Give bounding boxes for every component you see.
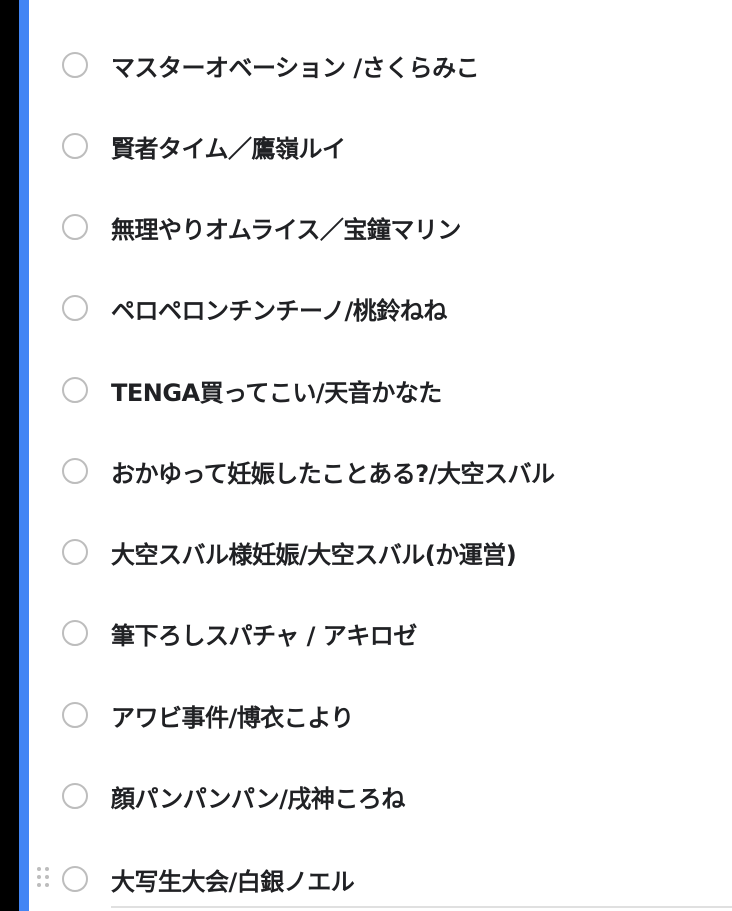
option-label: 筆下ろしスパチャ / アキロゼ bbox=[111, 621, 417, 650]
question-accent-bar bbox=[19, 0, 29, 911]
radio-button[interactable] bbox=[62, 133, 88, 159]
form-screen: マスターオベーション /さくらみこ 賢者タイム／鷹嶺ルイ 無理やりオムライス／宝… bbox=[0, 0, 732, 911]
radio-option[interactable]: マスターオベーション /さくらみこ bbox=[29, 35, 732, 95]
radio-button[interactable] bbox=[62, 783, 88, 809]
radio-option[interactable]: 顔パンパンパン/戌神ころね bbox=[29, 766, 732, 826]
option-label: アワビ事件/博衣こより bbox=[111, 703, 354, 732]
option-label: 賢者タイム／鷹嶺ルイ bbox=[111, 134, 346, 163]
radio-button[interactable] bbox=[62, 866, 88, 892]
radio-option[interactable]: 賢者タイム／鷹嶺ルイ bbox=[29, 116, 732, 176]
radio-button[interactable] bbox=[62, 702, 88, 728]
option-label: TENGA買ってこい/天音かなた bbox=[111, 378, 442, 407]
radio-button[interactable] bbox=[62, 52, 88, 78]
radio-button[interactable] bbox=[62, 214, 88, 240]
radio-option[interactable]: おかゆって妊娠したことある?/大空スバル bbox=[29, 441, 732, 501]
option-label: 大空スバル様妊娠/大空スバル(か運営) bbox=[111, 540, 517, 569]
option-label: 無理やりオムライス／宝鐘マリン bbox=[111, 215, 461, 244]
radio-option[interactable]: 筆下ろしスパチャ / アキロゼ bbox=[29, 603, 732, 663]
radio-option[interactable]: ペロペロンチンチーノ/桃鈴ねね bbox=[29, 278, 732, 338]
option-edit-underline bbox=[111, 906, 732, 908]
radio-button[interactable] bbox=[62, 295, 88, 321]
option-label: 顔パンパンパン/戌神ころね bbox=[111, 784, 405, 813]
option-label: 大写生大会/白銀ノエル bbox=[111, 867, 355, 896]
radio-button[interactable] bbox=[62, 620, 88, 646]
drag-handle-icon[interactable] bbox=[37, 867, 51, 891]
question-card: マスターオベーション /さくらみこ 賢者タイム／鷹嶺ルイ 無理やりオムライス／宝… bbox=[29, 0, 732, 911]
radio-button[interactable] bbox=[62, 458, 88, 484]
radio-option[interactable]: 大空スバル様妊娠/大空スバル(か運営) bbox=[29, 522, 732, 582]
radio-button[interactable] bbox=[62, 539, 88, 565]
option-label: マスターオベーション /さくらみこ bbox=[111, 53, 480, 82]
option-label: おかゆって妊娠したことある?/大空スバル bbox=[111, 459, 555, 488]
radio-button[interactable] bbox=[62, 377, 88, 403]
radio-option[interactable]: アワビ事件/博衣こより bbox=[29, 685, 732, 745]
radio-option[interactable]: 無理やりオムライス／宝鐘マリン bbox=[29, 197, 732, 257]
radio-option[interactable]: 大写生大会/白銀ノエル bbox=[29, 849, 732, 909]
option-label: ペロペロンチンチーノ/桃鈴ねね bbox=[111, 296, 447, 325]
radio-option[interactable]: TENGA買ってこい/天音かなた bbox=[29, 360, 732, 420]
